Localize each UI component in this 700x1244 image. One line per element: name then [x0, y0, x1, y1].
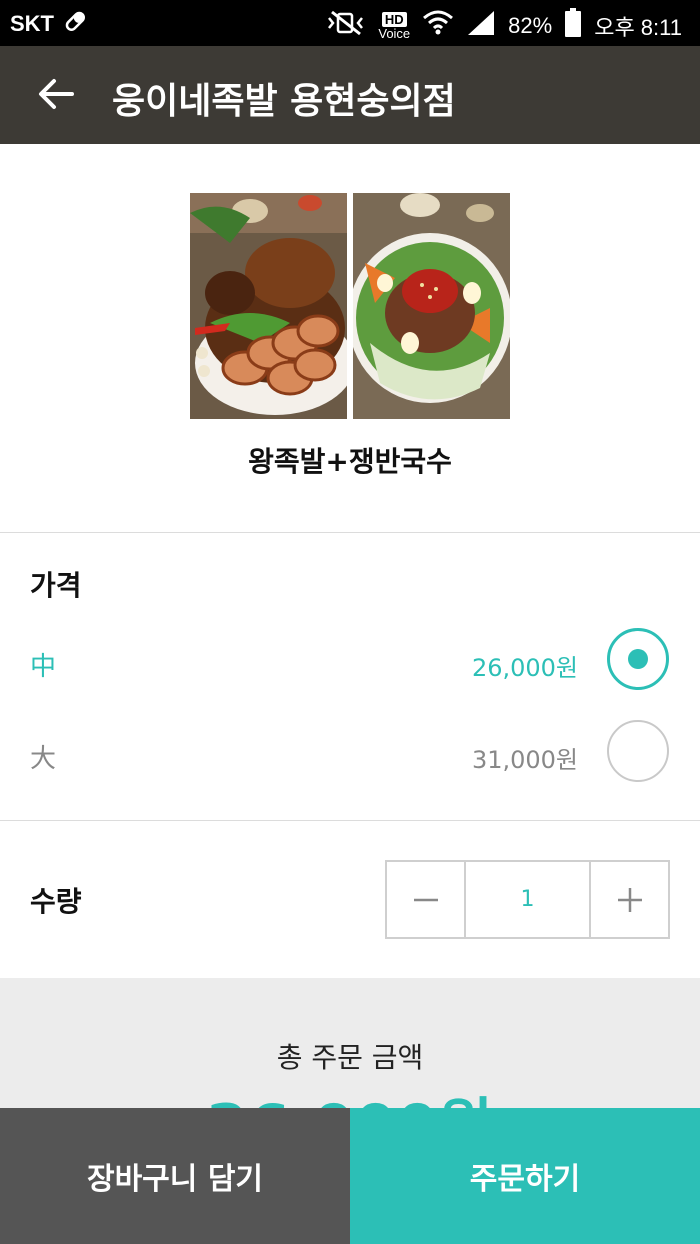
minus-icon [413, 898, 438, 901]
order-button[interactable]: 주문하기 [350, 1108, 700, 1244]
back-button[interactable] [34, 72, 78, 116]
radio-medium[interactable] [607, 628, 669, 690]
price-section-title: 가격 [30, 569, 82, 602]
increment-button[interactable] [589, 862, 668, 937]
item-image [190, 193, 512, 419]
decrement-button[interactable] [387, 862, 466, 937]
app-bar: 웅이네족발 용현숭의점 [0, 46, 700, 144]
page-title: 웅이네족발 용현숭의점 [112, 81, 456, 122]
hd-label: HD [381, 12, 407, 27]
total-label: 총 주문 금액 [276, 1041, 424, 1074]
divider [0, 820, 700, 821]
mute-vibrate-icon [326, 10, 366, 42]
option-price: 31,000원 [471, 746, 578, 774]
voice-label: Voice [378, 26, 411, 41]
pill-icon [62, 8, 88, 40]
item-name: 왕족발+쟁반국수 [248, 445, 452, 478]
quantity-value[interactable]: 1 [466, 862, 589, 937]
carrier-label: SKT [10, 11, 54, 36]
plus-icon [617, 887, 642, 912]
quantity-stepper: 1 [385, 860, 670, 939]
status-bar: SKT HD Voice 82% 오후 8:11 [0, 0, 700, 46]
status-right: HD Voice 82% 오후 8:11 [326, 8, 682, 44]
battery-icon [564, 8, 582, 44]
divider [0, 532, 700, 533]
hd-voice-badge: HD Voice [378, 12, 410, 40]
add-to-cart-button[interactable]: 장바구니 담기 [0, 1108, 350, 1244]
quantity-label: 수량 [30, 885, 82, 918]
option-price: 26,000원 [471, 654, 578, 682]
option-size: 大 [30, 744, 57, 774]
bottom-action-bar: 장바구니 담기 주문하기 [0, 1108, 700, 1244]
arrow-left-icon [39, 79, 74, 109]
option-size: 中 [30, 652, 57, 682]
signal-icon [466, 9, 496, 43]
radio-large[interactable] [607, 720, 669, 782]
battery-percent: 82% [508, 13, 553, 38]
status-left: SKT [10, 8, 88, 40]
clock: 오후 8:11 [594, 15, 682, 40]
wifi-icon [422, 9, 454, 43]
